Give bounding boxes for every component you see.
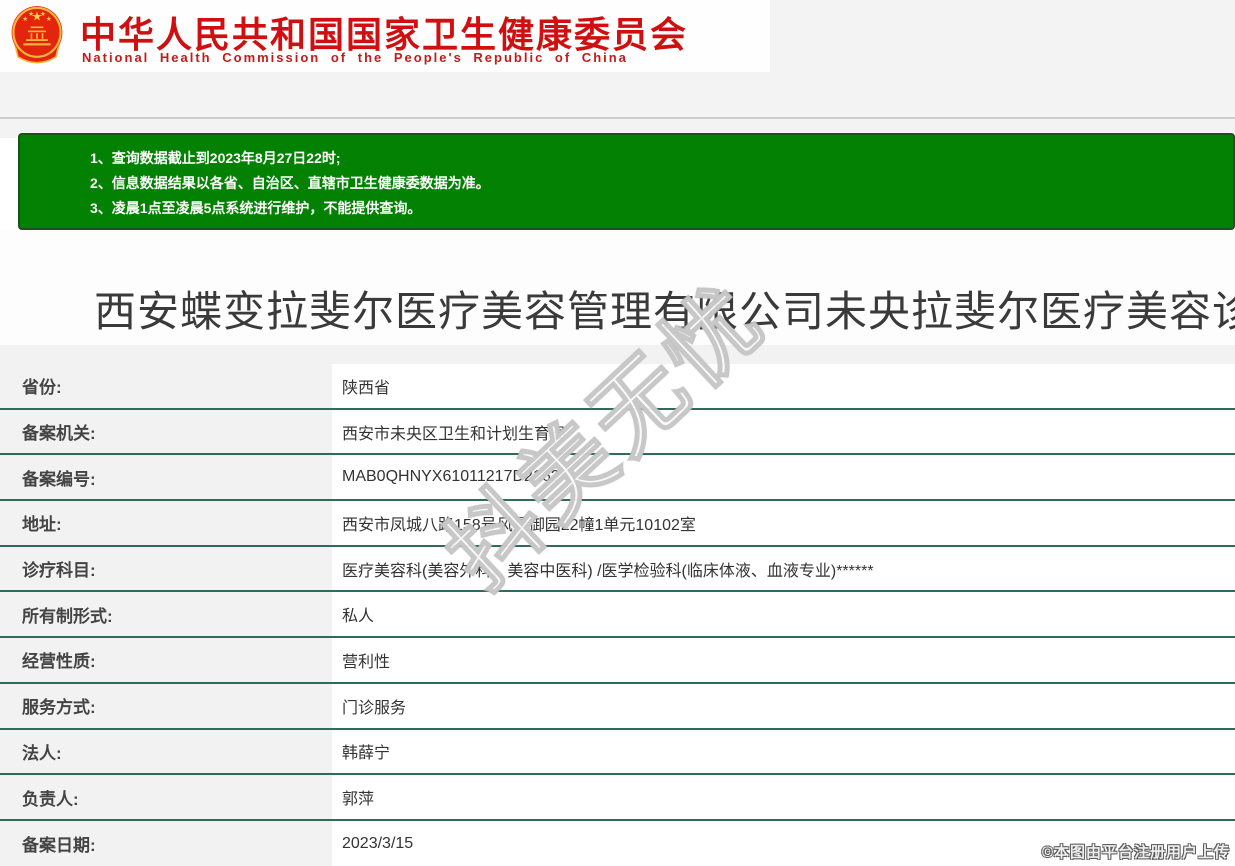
field-value: 门诊服务: [332, 684, 1235, 728]
field-value: 私人: [332, 592, 1235, 636]
title-section: 西安蝶变拉斐尔医疗美容管理有限公司未央拉斐尔医疗美容诊所: [0, 230, 1235, 345]
field-value: 营利性: [332, 638, 1235, 682]
field-value: 西安市凤城八路158号风景御园22幢1单元10102室: [332, 501, 1235, 545]
table-row-legal-person: 法人: 韩薛宁: [0, 730, 1235, 776]
table-row-service-mode: 服务方式: 门诊服务: [0, 684, 1235, 730]
field-value: 陕西省: [332, 364, 1235, 408]
query-notice-box: 1、查询数据截止到2023年8月27日22时; 2、信息数据结果以各省、自治区、…: [18, 133, 1235, 230]
field-label: 省份:: [0, 364, 332, 408]
health-commission-query-page: 中华人民共和国国家卫生健康委员会 National Health Commiss…: [0, 0, 1235, 866]
table-row-filing-authority: 备案机关: 西安市未央区卫生和计划生育局: [0, 410, 1235, 456]
record-detail-table: 省份: 陕西省 备案机关: 西安市未央区卫生和计划生育局 备案编号: MAB0Q…: [0, 364, 1235, 866]
field-label: 备案日期:: [0, 821, 332, 866]
field-label: 地址:: [0, 501, 332, 545]
field-label: 法人:: [0, 730, 332, 774]
field-value: 西安市未央区卫生和计划生育局: [332, 410, 1235, 454]
org-title-english: National Health Commission of the People…: [82, 50, 628, 65]
horizontal-divider: [0, 117, 1235, 119]
field-label: 诊疗科目:: [0, 547, 332, 591]
field-label: 服务方式:: [0, 684, 332, 728]
notice-line-2: 2、信息数据结果以各省、自治区、直辖市卫生健康委数据为准。: [90, 171, 1223, 196]
notice-line-1: 1、查询数据截止到2023年8月27日22时;: [90, 146, 1223, 171]
table-row-person-in-charge: 负责人: 郭萍: [0, 775, 1235, 821]
field-label: 所有制形式:: [0, 592, 332, 636]
institution-name-title: 西安蝶变拉斐尔医疗美容管理有限公司未央拉斐尔医疗美容诊所: [94, 278, 1235, 339]
table-row-business-nature: 经营性质: 营利性: [0, 638, 1235, 684]
table-row-medical-subjects: 诊疗科目: 医疗美容科(美容外科、美容中医科) /医学检验科(临床体液、血液专业…: [0, 547, 1235, 593]
field-value: 韩薛宁: [332, 730, 1235, 774]
field-label: 备案机关:: [0, 410, 332, 454]
table-row-ownership: 所有制形式: 私人: [0, 592, 1235, 638]
field-label: 备案编号:: [0, 455, 332, 499]
table-row-address: 地址: 西安市凤城八路158号风景御园22幢1单元10102室: [0, 501, 1235, 547]
table-row-province: 省份: 陕西省: [0, 364, 1235, 410]
site-header-banner: 中华人民共和国国家卫生健康委员会 National Health Commiss…: [0, 0, 770, 72]
field-value: 郭萍: [332, 775, 1235, 819]
field-label: 负责人:: [0, 775, 332, 819]
field-value: MAB0QHNYX61011217D2162: [332, 455, 1235, 499]
notice-line-3: 3、凌晨1点至凌晨5点系统进行维护，不能提供查询。: [90, 196, 1223, 221]
field-label: 经营性质:: [0, 638, 332, 682]
field-value: 2023/3/15: [332, 821, 1235, 866]
field-value: 医疗美容科(美容外科、美容中医科) /医学检验科(临床体液、血液专业)*****…: [332, 547, 1235, 591]
national-emblem-icon: [8, 4, 66, 68]
table-row-filing-date: 备案日期: 2023/3/15: [0, 821, 1235, 866]
table-row-filing-number: 备案编号: MAB0QHNYX61011217D2162: [0, 455, 1235, 501]
